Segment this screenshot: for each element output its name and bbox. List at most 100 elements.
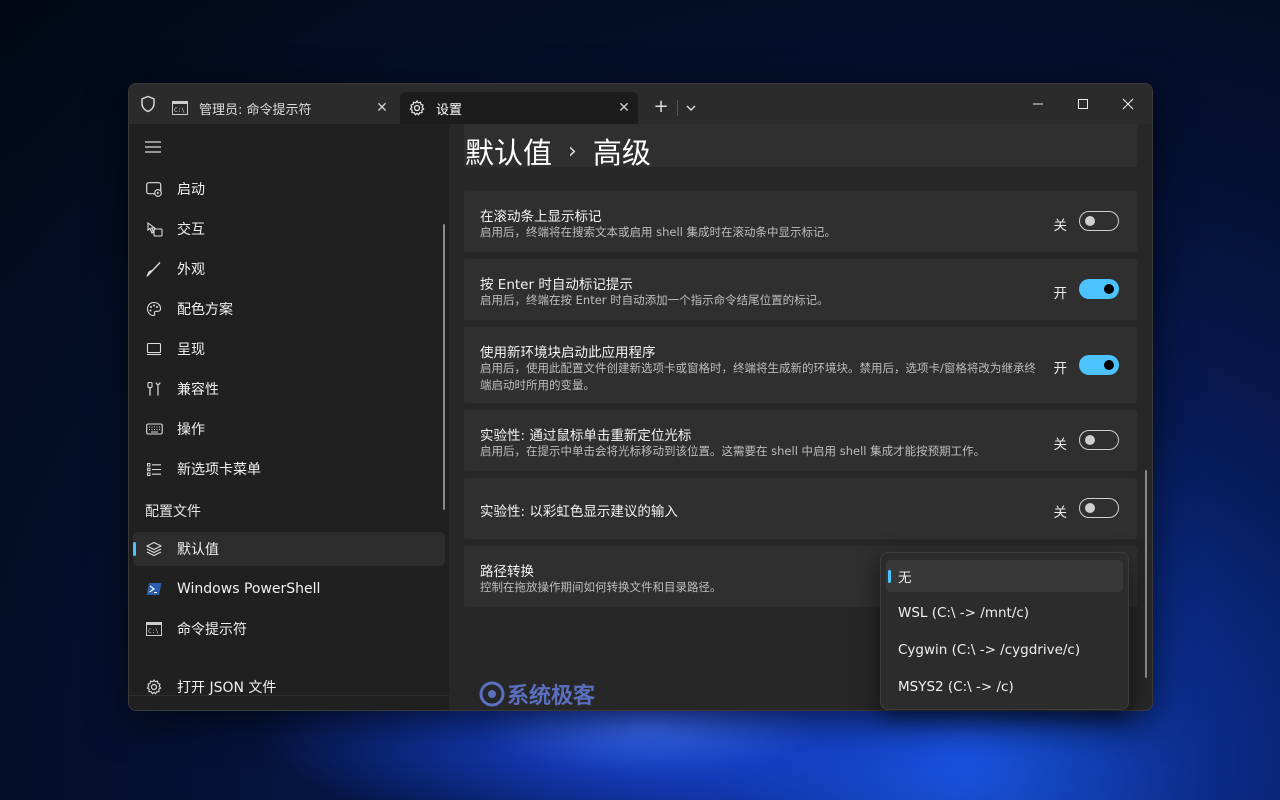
sidebar-item-startup[interactable]: 启动 (133, 172, 445, 206)
sidebar-item-label: 命令提示符 (177, 622, 247, 638)
setting-new-environment-block: 使用新环境块启动此应用程序 启用后，使用此配置文件创建新选项卡或窗格时，终端将生… (463, 326, 1138, 404)
new-tab-button[interactable]: + (651, 98, 671, 118)
reposition-cursor-toggle[interactable] (1079, 430, 1119, 450)
sidebar-item-label: 外观 (177, 262, 205, 278)
sidebar-scrollbar[interactable] (443, 224, 445, 510)
watermark-text: 系统极客 (507, 684, 596, 709)
setting-reposition-cursor: 实验性: 通过鼠标单击重新定位光标 启用后，在提示中单击会将光标移动到该位置。这… (463, 409, 1138, 472)
scrollbar-marks-toggle[interactable] (1079, 211, 1119, 231)
powershell-icon (145, 580, 163, 598)
settings-sidebar: 启动 交互 外观 配色方案 呈现 兼容性 操作 新选项卡菜单 配置文件 默认值 … (129, 124, 449, 710)
sidebar-item-compatibility[interactable]: 兼容性 (133, 372, 445, 406)
tab-close-button[interactable]: ✕ (610, 100, 638, 116)
close-window-button[interactable] (1105, 92, 1151, 116)
keyboard-icon (145, 420, 163, 438)
sidebar-item-label: 操作 (177, 422, 205, 438)
brush-icon (145, 260, 163, 278)
setting-title: 在滚动条上显示标记 (480, 209, 602, 225)
open-json-label: 打开 JSON 文件 (177, 680, 277, 696)
chevron-down-icon[interactable] (681, 98, 701, 118)
tools-icon (145, 380, 163, 398)
tab-separator (677, 100, 678, 116)
cmd-icon: C:\ (145, 620, 163, 638)
breadcrumb-current: 高级 (592, 136, 651, 170)
setting-description: 启用后，终端在按 Enter 时自动添加一个指示命令结尾位置的标记。 (480, 293, 829, 307)
sidebar-item-defaults[interactable]: 默认值 (133, 532, 445, 566)
sidebar-item-label: 启动 (177, 182, 205, 198)
gear-icon (145, 678, 163, 696)
dropdown-option[interactable]: Cygwin (C:\ -> /cygdrive/c) (886, 634, 1123, 666)
sidebar-item-label: 兼容性 (177, 382, 219, 398)
sidebar-item-color-schemes[interactable]: 配色方案 (133, 292, 445, 326)
dropdown-option[interactable]: WSL (C:\ -> /mnt/c) (886, 597, 1123, 629)
toggle-state-label: 开 (1053, 361, 1068, 377)
tab-close-button[interactable]: ✕ (368, 100, 396, 116)
breadcrumb-separator: › (568, 138, 577, 164)
sidebar-footer: 打开 JSON 文件 (129, 670, 449, 710)
toggle-state-label: 关 (1053, 505, 1068, 521)
sidebar-item-label: 配色方案 (177, 302, 233, 318)
sidebar-item-label: 默认值 (177, 542, 219, 558)
setting-scrollbar-marks: 在滚动条上显示标记 启用后，终端将在搜索文本或启用 shell 集成时在滚动条中… (463, 190, 1138, 253)
setting-title: 实验性: 通过鼠标单击重新定位光标 (480, 428, 692, 444)
toggle-state-label: 关 (1053, 218, 1068, 234)
launch-icon (145, 180, 163, 198)
svg-text:C:\: C:\ (174, 107, 185, 114)
sidebar-item-actions[interactable]: 操作 (133, 412, 445, 446)
auto-mark-prompts-toggle[interactable] (1079, 279, 1119, 299)
sidebar-item-appearance[interactable]: 外观 (133, 252, 445, 286)
cmd-icon: C:\ (171, 99, 189, 117)
sidebar-item-new-tab-menu[interactable]: 新选项卡菜单 (133, 452, 445, 486)
hamburger-menu-icon[interactable] (145, 140, 161, 154)
interaction-icon (145, 220, 163, 238)
maximize-icon (1078, 99, 1088, 109)
setting-title: 路径转换 (480, 564, 534, 580)
setting-title: 实验性: 以彩虹色显示建议的输入 (480, 504, 678, 520)
sidebar-item-label: 交互 (177, 222, 205, 238)
tab-settings[interactable]: 设置 ✕ (400, 92, 638, 124)
display-icon (145, 340, 163, 358)
sidebar-item-rendering[interactable]: 呈现 (133, 332, 445, 366)
setting-title: 按 Enter 时自动标记提示 (480, 277, 633, 293)
profiles-header: 配置文件 (145, 504, 201, 520)
watermark: 系统极客 (477, 678, 595, 710)
setting-description: 启用后，在提示中单击会将光标移动到该位置。这需要在 shell 中启用 shel… (480, 444, 986, 458)
sidebar-item-interaction[interactable]: 交互 (133, 212, 445, 246)
title-bar: C:\ 管理员: 命令提示符 ✕ 设置 ✕ + (129, 84, 1152, 124)
breadcrumb-parent[interactable]: 默认值 (465, 130, 552, 172)
setting-description: 启用后，终端将在搜索文本或启用 shell 集成时在滚动条中显示标记。 (480, 225, 837, 239)
new-environment-block-toggle[interactable] (1079, 355, 1119, 375)
close-icon (1122, 98, 1134, 110)
tab-label: 设置 (436, 102, 463, 118)
setting-auto-mark-prompts: 按 Enter 时自动标记提示 启用后，终端在按 Enter 时自动添加一个指示… (463, 258, 1138, 321)
setting-description: 启用后，使用此配置文件创建新选项卡或窗格时，终端将生成新的环境块。禁用后，选项卡… (480, 361, 1036, 392)
dropdown-option[interactable]: MSYS2 (C:\ -> /c) (886, 671, 1123, 703)
list-icon (145, 460, 163, 478)
rainbow-suggestions-toggle[interactable] (1079, 498, 1119, 518)
shield-icon (141, 95, 155, 113)
toggle-state-label: 开 (1053, 286, 1068, 302)
watermark-logo-icon (479, 681, 505, 707)
gear-icon (408, 99, 426, 117)
layers-icon (145, 540, 163, 558)
sidebar-item-windows-powershell[interactable]: Windows PowerShell (133, 572, 445, 606)
minimize-button[interactable] (1015, 92, 1061, 116)
sidebar-item-label: Windows PowerShell (177, 581, 321, 597)
maximize-button[interactable] (1060, 92, 1106, 116)
tab-command-prompt[interactable]: C:\ 管理员: 命令提示符 ✕ (163, 92, 396, 124)
palette-icon (145, 300, 163, 318)
toggle-state-label: 关 (1053, 437, 1068, 453)
open-json-file-button[interactable]: 打开 JSON 文件 (133, 670, 445, 704)
dropdown-option[interactable]: 无 (886, 560, 1123, 592)
setting-title: 使用新环境块启动此应用程序 (480, 345, 656, 361)
content-scrollbar[interactable] (1145, 470, 1147, 678)
sidebar-item-command-prompt[interactable]: C:\ 命令提示符 (133, 612, 445, 646)
path-translation-dropdown[interactable]: 无 WSL (C:\ -> /mnt/c) Cygwin (C:\ -> /cy… (880, 552, 1129, 710)
sidebar-item-label: 新选项卡菜单 (177, 462, 261, 478)
setting-rainbow-suggestions: 实验性: 以彩虹色显示建议的输入 关 (463, 477, 1138, 540)
page-title: 默认值 › 高级 (465, 130, 651, 172)
minimize-icon (1033, 103, 1043, 105)
sidebar-item-label: 呈现 (177, 342, 205, 358)
tab-label: 管理员: 命令提示符 (199, 102, 312, 118)
svg-text:C:\: C:\ (148, 628, 159, 635)
